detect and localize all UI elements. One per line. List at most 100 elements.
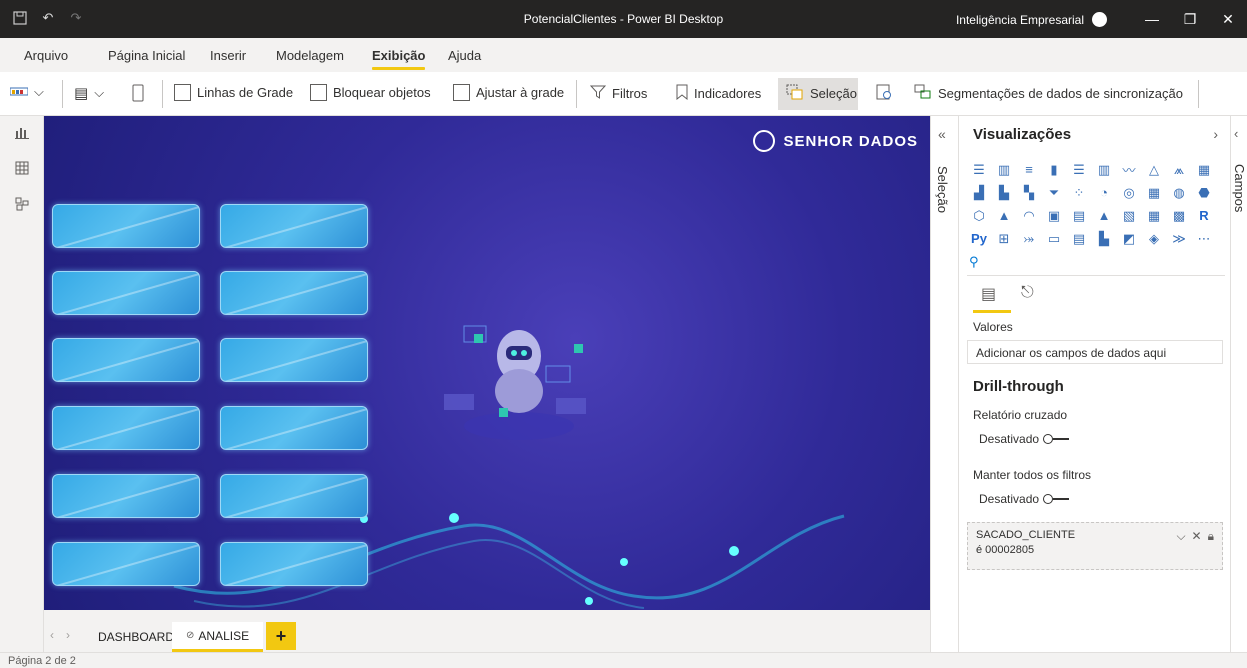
line-chart-icon[interactable]: 〰 <box>1117 158 1141 181</box>
values-drop-zone[interactable]: Adicionar os campos de dados aqui <box>967 340 1223 364</box>
filters-button[interactable]: Filtros <box>589 84 647 103</box>
kpi-icon[interactable]: ▲ <box>1092 204 1116 227</box>
stacked-column-chart-icon[interactable]: ▥ <box>992 158 1016 181</box>
chevron-right-icon[interactable]: › <box>1213 126 1218 142</box>
close-icon[interactable]: ✕ <box>1192 529 1202 544</box>
previous-page-icon[interactable]: ‹ <box>50 628 54 642</box>
selection-button[interactable]: Seleção <box>786 84 857 103</box>
line-column-chart-icon[interactable]: ▟ <box>967 181 991 204</box>
qa-icon[interactable]: ▭ <box>1042 227 1066 250</box>
funnel-icon[interactable]: ⏷ <box>1042 181 1066 204</box>
multi-row-card-icon[interactable]: ▤ <box>1067 204 1091 227</box>
visual-card[interactable] <box>52 406 200 450</box>
table-icon[interactable]: ▦ <box>1142 204 1166 227</box>
100-bar-chart-icon[interactable]: ☰ <box>1067 158 1091 181</box>
page-view-dropdown[interactable]: ▤ ⌵ <box>74 84 104 102</box>
selection-pane-label[interactable]: Seleção <box>935 166 950 213</box>
menu-arquivo[interactable]: Arquivo <box>24 48 68 63</box>
power-automate-flow-icon[interactable]: ≫ <box>1167 227 1191 250</box>
visual-card[interactable] <box>52 338 200 382</box>
canvas-scrollbar[interactable] <box>44 610 930 618</box>
chevron-down-icon[interactable]: ⌵ <box>1176 529 1185 544</box>
format-paint-icon[interactable]: ⎋ <box>1021 284 1034 302</box>
visual-card[interactable] <box>220 474 368 518</box>
key-influencers-icon[interactable]: ⊞ <box>992 227 1016 250</box>
add-page-button[interactable]: + <box>266 622 296 650</box>
next-page-icon[interactable]: › <box>66 628 70 642</box>
selection-pane-collapsed[interactable]: « Seleção <box>930 116 958 652</box>
model-view-icon[interactable] <box>14 196 30 212</box>
fields-pane-collapsed[interactable]: ‹ Campos <box>1230 116 1247 652</box>
area-chart-icon[interactable]: △ <box>1142 158 1166 181</box>
report-canvas[interactable]: SENHOR DADOS <box>44 116 930 610</box>
clustered-column-chart-icon[interactable]: ▮ <box>1042 158 1066 181</box>
filled-map-icon[interactable]: ⬣ <box>1192 181 1216 204</box>
visual-card[interactable] <box>52 474 200 518</box>
stacked-area-chart-icon[interactable]: ⩕ <box>1167 158 1191 181</box>
python-visual-icon[interactable]: Py <box>967 227 991 250</box>
menu-inserir[interactable]: Inserir <box>210 48 246 63</box>
lock-objects-checkbox[interactable]: Bloquear objetos <box>310 84 431 101</box>
power-apps-icon[interactable]: ◩ <box>1117 227 1141 250</box>
drill-through-filter-card[interactable]: SACADO_CLIENTE é 00002805 ⌵ ✕ 🔒︎ <box>967 522 1223 570</box>
toggle-off-icon[interactable] <box>1043 494 1070 504</box>
data-view-icon[interactable] <box>14 160 30 176</box>
menu-pagina-inicial[interactable]: Página Inicial <box>108 48 185 63</box>
map-icon[interactable]: ◍ <box>1167 181 1191 204</box>
double-chevron-left-icon[interactable]: « <box>938 126 946 142</box>
scatter-chart-icon[interactable]: ⁘ <box>1067 181 1091 204</box>
chevron-left-icon[interactable]: ‹ <box>1234 126 1238 141</box>
close-icon[interactable]: ✕ <box>1209 0 1247 38</box>
visual-card[interactable] <box>220 542 368 586</box>
bookmarks-button[interactable]: Indicadores <box>676 84 761 103</box>
lock-icon[interactable]: 🔒︎ <box>1208 529 1214 544</box>
visual-card[interactable] <box>220 338 368 382</box>
paginated-report-icon[interactable]: ▙ <box>1092 227 1116 250</box>
visual-card[interactable] <box>52 271 200 315</box>
pie-chart-icon[interactable]: ◔ <box>1092 181 1116 204</box>
donut-chart-icon[interactable]: ◎ <box>1117 181 1141 204</box>
search-icon[interactable]: ⚲ <box>967 254 1225 276</box>
menu-ajuda[interactable]: Ajuda <box>448 48 481 63</box>
avatar[interactable] <box>1092 12 1107 27</box>
100-column-chart-icon[interactable]: ▥ <box>1092 158 1116 181</box>
visual-card[interactable] <box>220 271 368 315</box>
waterfall-chart-icon[interactable]: ▚ <box>1017 181 1041 204</box>
account-area[interactable]: Inteligência Empresarial <box>956 12 1107 27</box>
decomposition-tree-icon[interactable]: ⤖ <box>1017 227 1041 250</box>
power-automate-icon[interactable]: ◈ <box>1142 227 1166 250</box>
toggle-off-icon[interactable] <box>1043 434 1070 444</box>
visual-card[interactable] <box>220 204 368 248</box>
ribbon-chart-icon[interactable]: ▦ <box>1192 158 1216 181</box>
gauge-icon[interactable]: ◠ <box>1017 204 1041 227</box>
visual-card[interactable] <box>52 542 200 586</box>
restore-icon[interactable]: ❐ <box>1171 0 1209 38</box>
snap-grid-checkbox[interactable]: Ajustar à grade <box>453 84 564 101</box>
menu-modelagem[interactable]: Modelagem <box>276 48 344 63</box>
more-visuals-icon[interactable]: ⋯ <box>1192 227 1216 250</box>
treemap-icon[interactable]: ▦ <box>1142 181 1166 204</box>
mobile-layout-button[interactable] <box>132 84 144 105</box>
stacked-bar-chart-icon[interactable]: ☰ <box>967 158 991 181</box>
fields-well-icon[interactable]: ▤ <box>981 284 996 304</box>
visual-card[interactable] <box>220 406 368 450</box>
keep-filters-toggle[interactable]: Desativado <box>979 492 1070 506</box>
gridlines-checkbox[interactable]: Linhas de Grade <box>174 84 293 101</box>
visual-card[interactable] <box>52 204 200 248</box>
slicer-icon[interactable]: ▧ <box>1117 204 1141 227</box>
report-view-icon[interactable] <box>14 124 30 140</box>
performance-analyzer-button[interactable] <box>876 84 892 103</box>
shape-map-icon[interactable]: ⬡ <box>967 204 991 227</box>
smart-narrative-icon[interactable]: ▤ <box>1067 227 1091 250</box>
cross-report-toggle[interactable]: Desativado <box>979 432 1070 446</box>
tab-analise[interactable]: ⊘ ANALISE <box>172 622 264 652</box>
line-stacked-column-chart-icon[interactable]: ▙ <box>992 181 1016 204</box>
sync-slicers-button[interactable]: Segmentações de dados de sincronização <box>914 84 1183 103</box>
card-icon[interactable]: ▣ <box>1042 204 1066 227</box>
azure-map-icon[interactable]: ▲ <box>992 204 1016 227</box>
fields-pane-label[interactable]: Campos <box>1232 164 1247 212</box>
matrix-icon[interactable]: ▩ <box>1167 204 1191 227</box>
r-visual-icon[interactable]: R <box>1192 204 1216 227</box>
minimize-icon[interactable]: — <box>1133 0 1171 38</box>
menu-exibicao[interactable]: Exibição <box>372 48 426 70</box>
